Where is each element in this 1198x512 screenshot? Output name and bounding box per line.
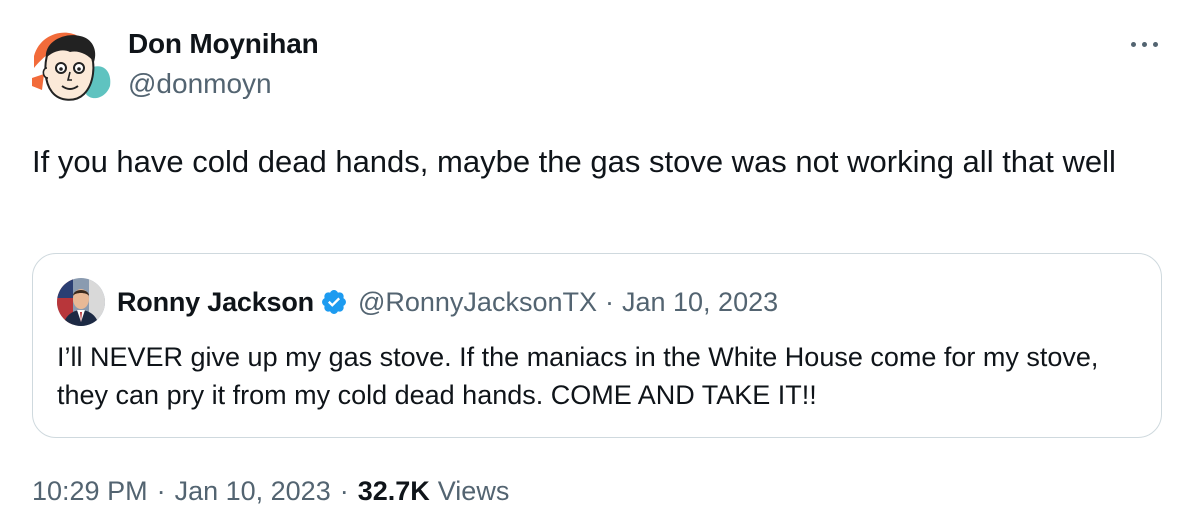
tweet-text: If you have cold dead hands, maybe the g…: [32, 144, 1116, 179]
meta-separator: ·: [339, 476, 349, 506]
quoted-tweet-text: I’ll NEVER give up my gas stove. If the …: [57, 342, 1099, 410]
views-count: 32.7K: [357, 476, 430, 506]
quoted-author-handle[interactable]: @RonnyJacksonTX: [358, 287, 597, 318]
author-handle[interactable]: @donmoyn: [128, 67, 272, 101]
quoted-separator: ·: [604, 286, 614, 317]
verified-badge-icon[interactable]: [320, 288, 348, 316]
tweet-date[interactable]: Jan 10, 2023: [175, 474, 331, 508]
quoted-author-name[interactable]: Ronny Jackson: [117, 287, 314, 318]
quoted-header: Ronny Jackson @RonnyJacksonTX · Jan 10, …: [117, 284, 778, 320]
tweet-meta: 10:29 PM · Jan 10, 2023 · 32.7K Views: [32, 474, 509, 508]
cartoon-face-avatar-icon: [32, 32, 111, 101]
views-label: Views: [437, 476, 510, 506]
more-options-button[interactable]: [1124, 32, 1164, 56]
portrait-avatar-icon: [57, 278, 105, 326]
quoted-author-avatar[interactable]: [57, 278, 105, 326]
quoted-date[interactable]: Jan 10, 2023: [622, 287, 778, 318]
author-avatar[interactable]: [30, 28, 112, 106]
more-horizontal-icon: [1130, 41, 1158, 47]
tweet-card: Don Moynihan @donmoyn If you have cold d…: [0, 0, 1198, 512]
quoted-tweet[interactable]: Ronny Jackson @RonnyJacksonTX · Jan 10, …: [32, 253, 1162, 438]
tweet-time[interactable]: 10:29 PM: [32, 474, 148, 508]
meta-separator: ·: [156, 476, 166, 506]
author-name[interactable]: Don Moynihan: [128, 27, 319, 61]
